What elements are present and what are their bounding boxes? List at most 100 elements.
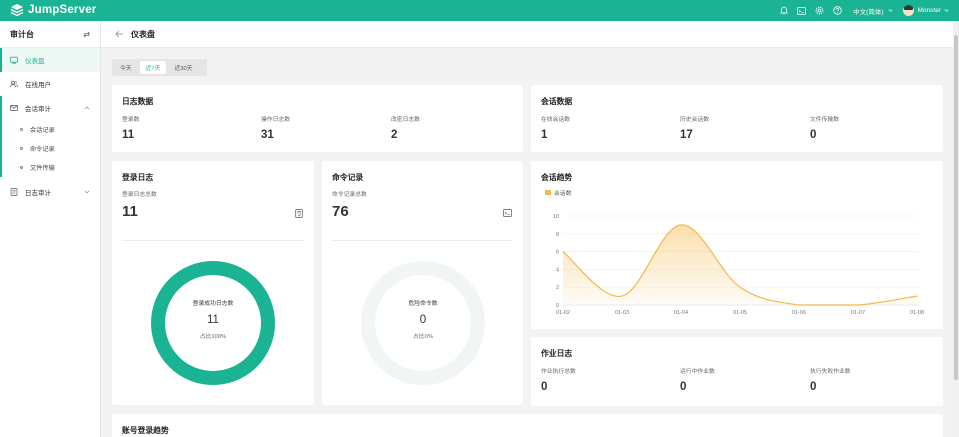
donut-value: 0: [419, 314, 427, 326]
login-log-card: 登录日志 登录日志总数 11 登录成功日志数 11 占比100%: [112, 161, 314, 405]
stat-file-transfers: 文件传输数 0: [810, 114, 839, 141]
login-success-donut: 登录成功日志数 11 占比100%: [150, 260, 276, 386]
stat-label: 在线会话数: [541, 117, 570, 123]
donut-label: 登录成功日志数: [192, 301, 234, 307]
divider: [122, 240, 304, 241]
bell-icon[interactable]: [779, 6, 788, 15]
sidebar-item-online-users[interactable]: 在线用户: [0, 72, 100, 96]
sidebar-item-label: 仪表盘: [25, 58, 45, 65]
sidebar-item-session-audit[interactable]: 会话审计: [0, 96, 100, 120]
stat-online-sessions: 在线会话数 1: [541, 114, 570, 141]
x-tick-label: 01-04: [674, 310, 688, 316]
y-tick-label: 4: [556, 267, 559, 273]
date-range-tabs: 今天 近7天 近30天: [112, 59, 207, 76]
sidebar-item-label: 命令记录: [30, 146, 55, 153]
stat-failed-jobs: 执行失败作业数 0: [810, 366, 851, 393]
total-label: 命令记录总数: [332, 192, 367, 198]
stat-label: 登录数: [122, 117, 140, 123]
settings-gear-icon[interactable]: [815, 6, 824, 15]
chevron-up-icon[interactable]: [84, 105, 90, 111]
donut-label: 危险命令数: [408, 301, 438, 307]
stat-value: 0: [810, 381, 817, 393]
card-title: 命令记录: [332, 173, 364, 182]
sidebar-item-label: 会话审计: [25, 106, 51, 113]
donut-value: 11: [207, 314, 219, 326]
stat-job-executions: 作业执行总数 0: [541, 366, 576, 393]
sidebar-item-label: 日志审计: [25, 190, 51, 197]
stat-value: 31: [261, 129, 274, 141]
help-icon[interactable]: [833, 6, 842, 15]
stat-value: 0: [541, 381, 548, 393]
scrollbar-thumb[interactable]: [954, 35, 958, 380]
x-tick-label: 01-03: [615, 310, 629, 316]
sidebar-item-command-records[interactable]: 命令记录: [0, 139, 100, 158]
terminal-icon[interactable]: [503, 209, 512, 217]
x-tick-label: 01-06: [792, 310, 806, 316]
stat-running-jobs: 运行中作业数 0: [680, 366, 715, 393]
chevron-down-icon[interactable]: [84, 189, 90, 195]
session-data-card: 会话数据 在线会话数 1 历史会话数 17 文件传输数 0: [531, 85, 943, 152]
tab-last-7-days[interactable]: 近7天: [139, 61, 167, 74]
tab-last-30-days[interactable]: 近30天: [168, 61, 198, 74]
sidebar-item-label: 会话记录: [30, 127, 55, 134]
donut-percentage: 占比0%: [413, 334, 433, 340]
username[interactable]: Monster: [918, 7, 941, 14]
card-title: 作业日志: [541, 349, 573, 358]
divider: [332, 240, 513, 241]
log-data-card: 日志数据 登录数 11 操作日志数 31 改密日志数 2: [112, 85, 523, 152]
page-title: 仪表盘: [131, 29, 155, 39]
series-area: [563, 224, 917, 305]
app-logo[interactable]: JumpServer: [10, 3, 96, 17]
stat-value: 0: [680, 381, 687, 393]
stat-label: 改密日志数: [391, 117, 420, 123]
stat-label: 操作日志数: [261, 117, 290, 123]
stat-label: 运行中作业数: [680, 369, 715, 375]
x-tick-label: 01-02: [556, 310, 570, 316]
terminal-icon[interactable]: [797, 6, 807, 15]
stat-value: 1: [541, 129, 548, 141]
sidebar-header: 审计台 ⇄: [0, 21, 100, 48]
user-avatar[interactable]: [902, 5, 914, 16]
sidebar-item-log-audit[interactable]: 日志审计: [0, 180, 100, 204]
page-header: 仪表盘: [101, 21, 959, 48]
card-title: 账号登录趋势: [122, 426, 169, 435]
session-trend-chart: 0 2 4 6 8 10 01-02 01-03 01-04 01-05 01-06 01-07 01…: [553, 214, 924, 316]
language-selector[interactable]: 中文(简体): [853, 6, 883, 16]
log-audit-icon: [10, 188, 18, 196]
sidebar: 审计台 ⇄ 仪表盘 在线用户 会话审计 会话记录 命令记录 文件传输 日志审计: [0, 21, 101, 437]
y-tick-label: 6: [556, 250, 559, 256]
session-audit-icon: [10, 104, 18, 112]
donut-center: 登录成功日志数 11 占比100%: [150, 298, 276, 340]
account-login-trend-card: 账号登录趋势: [112, 414, 943, 437]
stat-value: 17: [680, 129, 693, 141]
app-name: JumpServer: [28, 4, 97, 16]
document-check-icon[interactable]: [295, 209, 303, 218]
sidebar-title: 审计台: [10, 29, 34, 39]
stat-login-count: 登录数 11: [122, 114, 139, 141]
dangerous-command-donut: 危险命令数 0 占比0%: [360, 260, 486, 386]
y-tick-label: 2: [556, 285, 559, 291]
dashboard-icon: [10, 56, 18, 64]
y-tick-label: 0: [556, 303, 559, 309]
sidebar-item-dashboard[interactable]: 仪表盘: [0, 48, 100, 72]
switch-view-icon[interactable]: ⇄: [83, 30, 90, 39]
sidebar-item-session-records[interactable]: 会话记录: [0, 120, 100, 139]
stat-value: 2: [391, 129, 398, 141]
stat-value: 11: [122, 129, 135, 141]
scrollbar[interactable]: [953, 21, 959, 437]
donut-percentage: 占比100%: [199, 334, 227, 340]
stat-operation-log-count: 操作日志数 31: [261, 114, 290, 141]
sidebar-item-file-transfer[interactable]: 文件传输: [0, 158, 100, 177]
total-value: 76: [332, 203, 349, 220]
back-arrow-icon[interactable]: [115, 30, 124, 38]
job-log-card: 作业日志 作业执行总数 0 运行中作业数 0 执行失败作业数 0: [531, 337, 943, 406]
sidebar-item-label: 在线用户: [25, 82, 51, 89]
tab-today[interactable]: 今天: [114, 61, 138, 74]
chevron-down-icon[interactable]: [944, 8, 949, 13]
donut-center: 危险命令数 0 占比0%: [360, 298, 486, 340]
total-label: 登录日志总数: [122, 192, 157, 198]
users-icon: [10, 80, 18, 88]
stat-password-change-count: 改密日志数 2: [391, 114, 420, 141]
chevron-down-icon[interactable]: [888, 8, 893, 13]
jumpserver-logo-icon: [10, 4, 24, 17]
